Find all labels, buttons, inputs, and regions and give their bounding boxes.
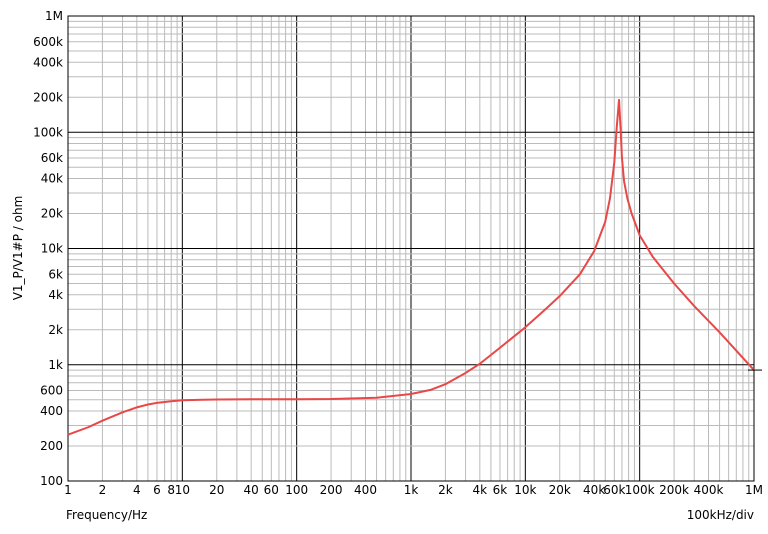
x-tick-label: 40 bbox=[244, 483, 259, 497]
x-tick-label: 400 bbox=[354, 483, 377, 497]
y-tick-label: 2k bbox=[48, 323, 63, 337]
y-tick-label: 200 bbox=[40, 439, 63, 453]
y-tick-label: 600 bbox=[40, 384, 63, 398]
y-tick-label: 10k bbox=[41, 242, 63, 256]
x-tick-label: 6 bbox=[153, 483, 161, 497]
y-tick-label: 400 bbox=[40, 404, 63, 418]
y-tick-label: 4k bbox=[48, 288, 63, 302]
x-axis-title: Frequency/Hz bbox=[66, 508, 147, 522]
x-tick-label: 4k bbox=[473, 483, 488, 497]
x-scale-note: 100kHz/div bbox=[687, 508, 754, 522]
y-tick-label: 1M bbox=[45, 9, 63, 23]
x-tick-label: 6k bbox=[493, 483, 508, 497]
y-tick-labels: 100 200 400 600 1k 2k 4k 6k 10k 20k 40k 60k 100k 200k… bbox=[33, 9, 63, 488]
x-tick-label: 40k bbox=[583, 483, 605, 497]
x-tick-label: 60 bbox=[264, 483, 279, 497]
x-tick-label: 400k bbox=[694, 483, 724, 497]
y-tick-label: 20k bbox=[41, 207, 63, 221]
impedance-chart: 1002004006001k2k4k6k10k20k40k60k100k200k… bbox=[11, 9, 763, 522]
x-tick-label: 1 bbox=[64, 483, 72, 497]
x-tick-label: 100 bbox=[285, 483, 308, 497]
x-tick-label: 1M bbox=[745, 483, 763, 497]
y-tick-label: 6k bbox=[48, 267, 63, 281]
x-tick-labels: 1 2 4 6 8 10 20 40 60 100 200 400 1k 2k 4k 6k 10k 20k 40k6… bbox=[64, 483, 763, 497]
y-tick-label: 1k bbox=[48, 358, 63, 372]
x-tick-label: 100k bbox=[625, 483, 655, 497]
y-tick-label: 100k bbox=[33, 125, 63, 139]
y-tick-label: 60k bbox=[41, 151, 63, 165]
y-axis-title: V1_P/V1#P / ohm bbox=[11, 196, 25, 301]
grid bbox=[67, 16, 754, 482]
x-tick-label: 10 bbox=[175, 483, 190, 497]
y-tick-label: 100 bbox=[40, 474, 63, 488]
x-tick-label: 2 bbox=[99, 483, 107, 497]
x-tick-label: 10k bbox=[514, 483, 536, 497]
x-tick-label: 200 bbox=[320, 483, 343, 497]
y-tick-label: 40k bbox=[41, 172, 63, 186]
x-tick-label: 2k bbox=[438, 483, 453, 497]
x-tick-label: 60k bbox=[603, 483, 625, 497]
x-tick-label: 4 bbox=[133, 483, 141, 497]
x-tick-label: 200k bbox=[659, 483, 689, 497]
x-tick-label: 20 bbox=[209, 483, 224, 497]
x-tick-label: 20k bbox=[549, 483, 571, 497]
x-tick-label: 1k bbox=[404, 483, 419, 497]
y-tick-label: 200k bbox=[33, 90, 63, 104]
y-tick-label: 600k bbox=[33, 35, 63, 49]
y-tick-label: 400k bbox=[33, 55, 63, 69]
